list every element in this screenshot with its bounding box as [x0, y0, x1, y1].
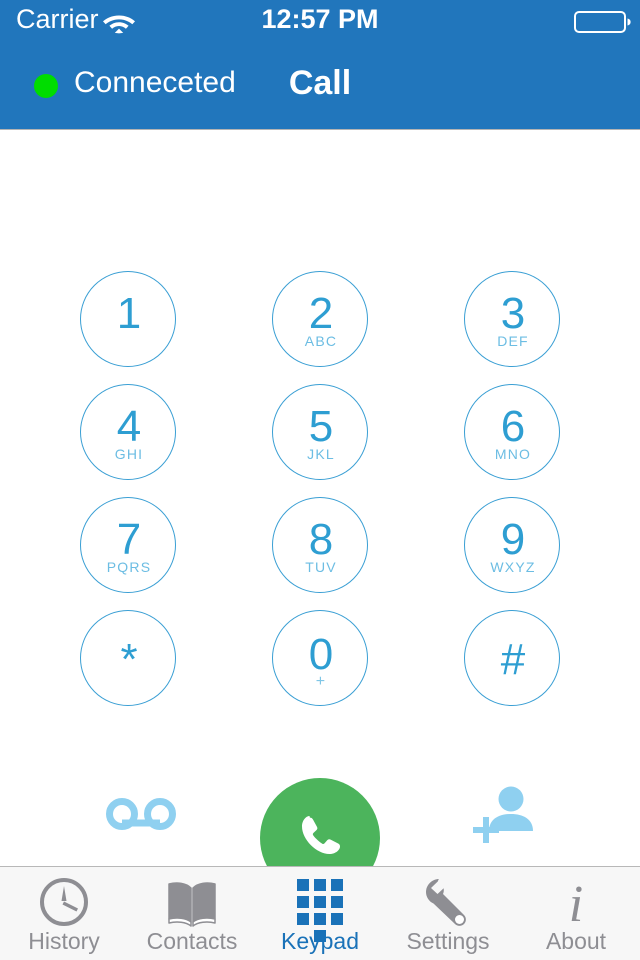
keypad-key-3[interactable]: 3 DEF	[464, 271, 560, 367]
phone-handset-icon	[294, 810, 346, 867]
key-digit: 7	[116, 515, 142, 564]
key-digit: 2	[308, 289, 334, 338]
key-letters: ABC	[304, 333, 338, 349]
keypad-key-8[interactable]: 8 TUV	[272, 497, 368, 593]
tab-keypad[interactable]: Keypad	[256, 867, 384, 960]
tab-settings[interactable]: Settings	[384, 867, 512, 960]
battery-icon	[574, 11, 632, 33]
voicemail-button[interactable]	[96, 788, 186, 844]
key-digit: 3	[500, 289, 526, 338]
key-letters: WXYZ	[490, 559, 536, 575]
key-letters: JKL	[307, 446, 335, 462]
tab-contacts[interactable]: Contacts	[128, 867, 256, 960]
svg-text:i: i	[569, 876, 583, 929]
key-digit: #	[500, 635, 526, 684]
book-icon	[165, 876, 219, 928]
info-icon: i	[554, 876, 598, 929]
header-bar: Carrier 12:57 PM Conneceted Call	[0, 0, 640, 130]
tab-label: Settings	[406, 928, 490, 954]
clock-label: 12:57 PM	[261, 4, 379, 34]
key-digit: *	[120, 635, 138, 684]
key-letters: MNO	[494, 446, 532, 462]
dial-keypad: 1 2 ABC 3 DEF 4 GHI 5 JKL 6 MNO 7 PQRS 8	[0, 271, 640, 719]
keypad-key-5[interactable]: 5 JKL	[272, 384, 368, 480]
keypad-key-9[interactable]: 9 WXYZ	[464, 497, 560, 593]
keypad-key-2[interactable]: 2 ABC	[272, 271, 368, 367]
key-letters: PQRS	[106, 559, 152, 575]
page-title: Call	[288, 64, 352, 102]
key-digit: 1	[116, 289, 142, 338]
keypad-key-7[interactable]: 7 PQRS	[80, 497, 176, 593]
key-digit: 9	[500, 515, 526, 564]
voicemail-icon	[105, 797, 177, 836]
keypad-key-pound[interactable]: #	[464, 610, 560, 706]
phone-dialer-screen: Carrier 12:57 PM Conneceted Call 1 2 ABC…	[0, 0, 640, 960]
key-letters: +	[315, 673, 327, 690]
wrench-icon	[421, 876, 475, 928]
tab-label: History	[28, 928, 100, 954]
tab-label: Contacts	[146, 928, 238, 954]
key-digit: 8	[308, 515, 334, 564]
key-letters: TUV	[305, 559, 337, 575]
keypad-key-4[interactable]: 4 GHI	[80, 384, 176, 480]
keypad-grid-icon	[297, 876, 343, 942]
key-digit: 4	[116, 402, 142, 451]
tab-label: About	[545, 928, 607, 954]
key-digit: 5	[308, 402, 334, 451]
status-bar: Carrier 12:57 PM	[0, 0, 640, 42]
tab-about[interactable]: i About	[512, 867, 640, 960]
keypad-key-star[interactable]: *	[80, 610, 176, 706]
tab-bar: History Contacts Settings i About	[0, 866, 640, 960]
keypad-key-0[interactable]: 0 +	[272, 610, 368, 706]
key-letters: DEF	[497, 333, 529, 349]
keypad-key-6[interactable]: 6 MNO	[464, 384, 560, 480]
keypad-key-1[interactable]: 1	[80, 271, 176, 367]
nav-bar: Conneceted Call	[0, 42, 640, 130]
add-contact-button[interactable]	[456, 780, 546, 850]
clock-icon	[37, 876, 91, 928]
key-letters: GHI	[114, 446, 144, 462]
key-digit: 0	[308, 630, 334, 679]
add-contact-icon	[461, 783, 541, 848]
tab-history[interactable]: History	[0, 867, 128, 960]
key-digit: 6	[500, 402, 526, 451]
